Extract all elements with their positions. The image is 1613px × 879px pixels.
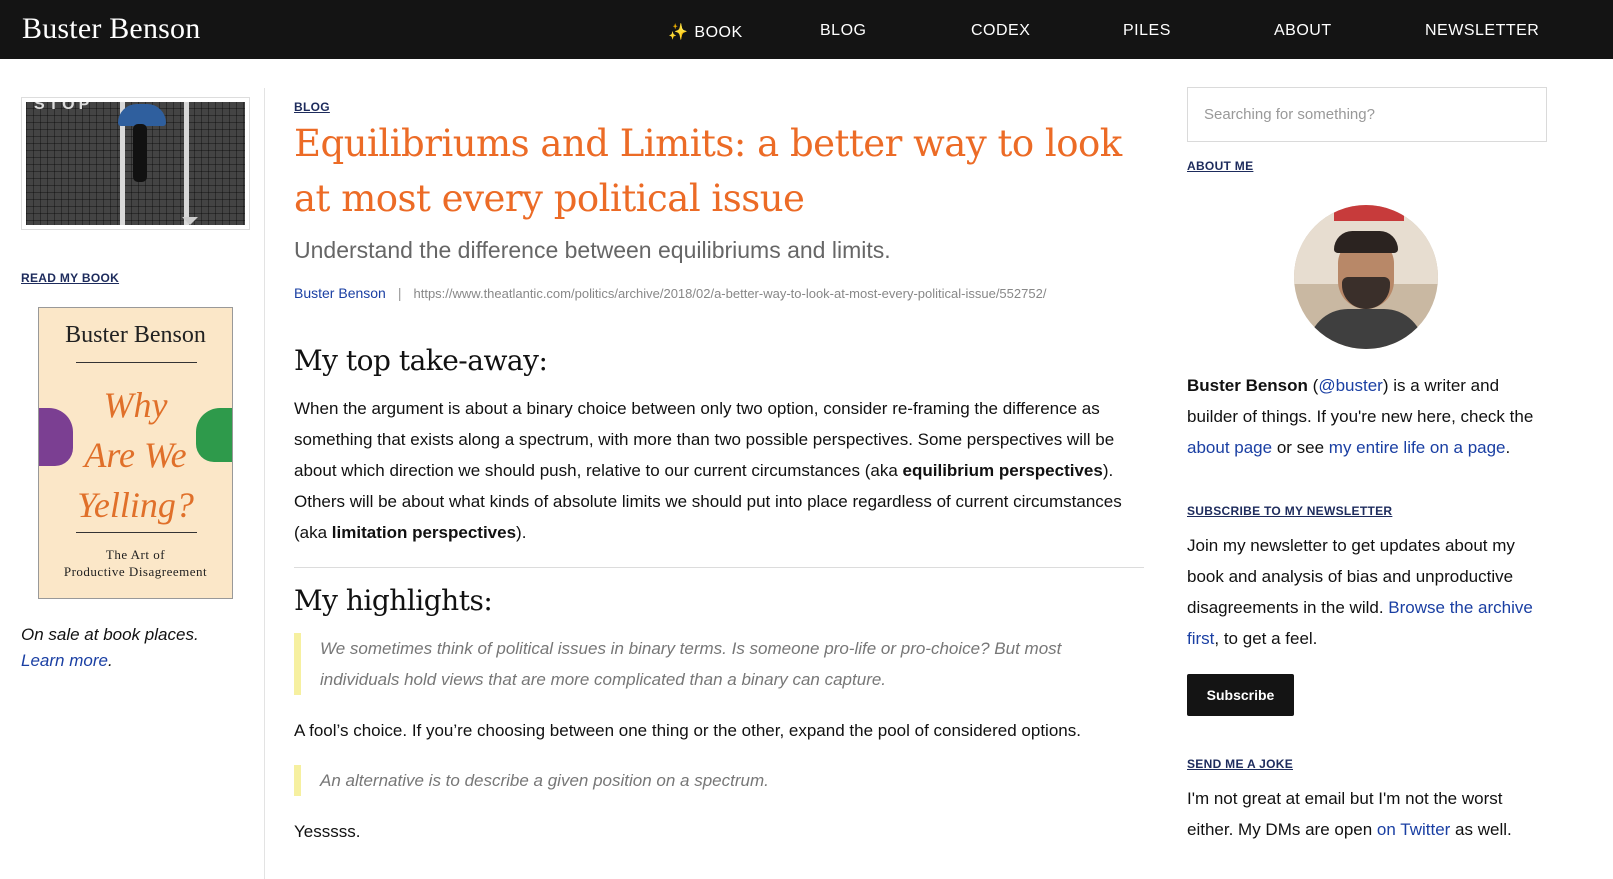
highlights-heading: My highlights: [294,584,493,617]
nav-item-blog[interactable]: BLOG [820,22,866,40]
nav-item-newsletter[interactable]: NEWSLETTER [1425,22,1539,40]
twitter-link[interactable]: on Twitter [1377,820,1450,839]
book-caption: On sale at book places. Learn more. [21,625,199,670]
featured-photo[interactable]: STOP [21,97,250,230]
about-me-link[interactable]: ABOUT ME [1187,159,1253,173]
avatar [1294,205,1438,349]
road-arrow [182,217,198,225]
street-photo-image: STOP [26,102,245,225]
send-joke-link[interactable]: SEND ME A JOKE [1187,757,1293,771]
book-cover-title: Why Are We Yelling? [77,385,194,525]
nav-item-book[interactable]: ✨ BOOK [668,22,743,42]
subscribe-button[interactable]: Subscribe [1187,674,1294,716]
walking-person-shape [133,124,147,182]
newsletter-link[interactable]: SUBSCRIBE TO MY NEWSLETTER [1187,504,1392,518]
book-cover-subtitle: The Art of Productive Disagreement [63,547,208,579]
takeaway-heading: My top take-away: [294,344,548,377]
about-page-link[interactable]: about page [1187,438,1272,457]
nav-item-codex[interactable]: CODEX [971,22,1030,40]
highlight-note: Yesssss. [294,822,361,841]
photo-stop-text: STOP [34,102,94,113]
learn-more-link[interactable]: Learn more [21,651,108,670]
book-cover-rule [76,532,197,533]
takeaway-paragraph: When the argument is about a binary choi… [294,399,1122,542]
search-input[interactable] [1187,87,1547,142]
joke-text: I'm not great at email but I'm not the w… [1187,789,1512,839]
highlight-quote: We sometimes think of political issues i… [294,633,1144,695]
about-text: Buster Benson (@buster) is a writer and … [1187,376,1534,457]
road-stripe [184,102,189,225]
breadcrumb-blog[interactable]: BLOG [294,100,330,114]
left-sidebar: STOP READ MY BOOK Buster Benson Why Are … [0,59,265,879]
nav-item-about[interactable]: ABOUT [1274,22,1332,40]
article-subtitle: Understand the difference between equili… [294,237,891,263]
book-cover-author: Buster Benson [65,322,206,348]
nav-item-piles[interactable]: PILES [1123,22,1171,40]
book-cover[interactable]: Buster Benson Why Are We Yelling? The Ar… [38,307,233,599]
book-cover-rule [76,362,197,363]
highlight-quote: An alternative is to describe a given po… [294,765,1144,796]
source-url-link[interactable]: https://www.theatlantic.com/politics/arc… [413,286,1046,301]
author-link[interactable]: Buster Benson [294,285,386,301]
highlight-note: A fool’s choice. If you’re choosing betw… [294,721,1081,740]
sparkles-icon: ✨ [668,24,689,41]
newsletter-text: Join my newsletter to get updates about … [1187,536,1533,648]
article-title: Equilibriums and Limits: a better way to… [294,122,1122,220]
section-divider [294,567,1144,568]
twitter-handle-link[interactable]: @buster [1318,376,1383,395]
column-divider [264,88,265,879]
read-my-book-link[interactable]: READ MY BOOK [21,271,119,285]
main-nav: ✨ BOOK BLOG CODEX PILES ABOUT NEWSLETTER [0,22,1613,44]
top-navigation-bar: Buster Benson ✨ BOOK BLOG CODEX PILES ABO… [0,0,1613,59]
article-meta: Buster Benson | https://www.theatlantic.co… [294,285,1047,301]
umbrella-shape [118,104,166,126]
life-on-a-page-link[interactable]: my entire life on a page [1329,438,1506,457]
